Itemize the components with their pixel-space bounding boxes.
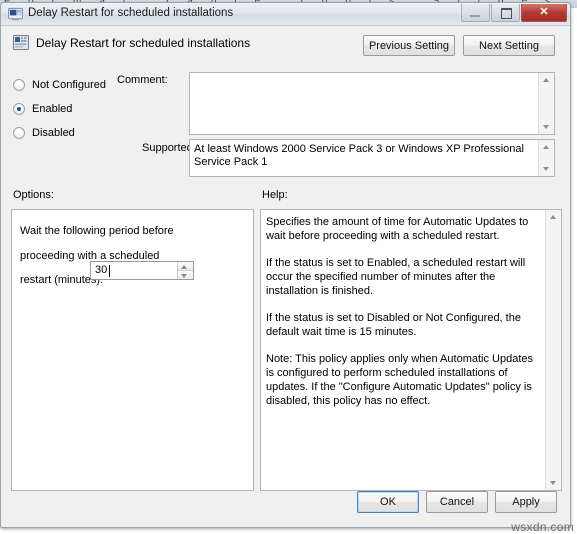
help-paragraph-2: If the status is set to Enabled, a sched… — [266, 257, 526, 297]
supported-scrollbar[interactable] — [538, 140, 554, 176]
dialog-footer: OK Cancel Apply — [357, 491, 557, 513]
help-scrollbar[interactable] — [545, 210, 561, 490]
help-paragraph-4: Note: This policy applies only when Auto… — [266, 353, 533, 407]
radio-enabled-label: Enabled — [32, 103, 73, 115]
radio-not-configured-label: Not Configured — [32, 79, 106, 91]
stepper-down-icon[interactable] — [178, 270, 193, 279]
close-button[interactable]: ✕ — [521, 4, 567, 22]
comment-scroll-up-icon[interactable] — [539, 73, 554, 87]
help-label: Help: — [262, 189, 288, 201]
delay-minutes-value: 30 — [95, 264, 108, 276]
radio-not-configured-icon — [13, 79, 25, 91]
supported-on-value: At least Windows 2000 Service Pack 3 or … — [194, 143, 524, 168]
window-controls: ✕ — [461, 4, 567, 22]
supported-scroll-up-icon[interactable] — [539, 140, 554, 154]
apply-button[interactable]: Apply — [495, 491, 557, 513]
radio-not-configured[interactable]: Not Configured — [13, 73, 118, 97]
policy-window-icon — [8, 7, 23, 21]
comment-scrollbar[interactable] — [538, 73, 554, 134]
setting-navigation: Previous Setting Next Setting — [363, 35, 555, 56]
help-paragraph-3: If the status is set to Disabled or Not … — [266, 312, 521, 338]
help-scroll-down-icon[interactable] — [546, 476, 561, 490]
maximize-icon — [501, 8, 512, 19]
radio-disabled-label: Disabled — [32, 127, 75, 139]
dialog-header: Delay Restart for scheduled installation… — [1, 26, 570, 72]
supported-on-field[interactable]: At least Windows 2000 Service Pack 3 or … — [189, 139, 555, 177]
help-panel: Specifies the amount of time for Automat… — [260, 209, 562, 491]
text-caret — [109, 265, 110, 277]
delay-minutes-stepper[interactable]: 30 — [90, 261, 194, 280]
radio-enabled[interactable]: Enabled — [13, 97, 118, 121]
radio-enabled-icon — [13, 103, 25, 115]
comment-textarea[interactable] — [189, 72, 555, 135]
help-paragraph-1: Specifies the amount of time for Automat… — [266, 216, 529, 242]
policy-state-group: Not Configured Enabled Disabled — [13, 73, 118, 145]
policy-setting-dialog: Delay Restart for scheduled installation… — [0, 2, 571, 528]
comment-scroll-down-icon[interactable] — [539, 120, 554, 134]
close-icon: ✕ — [539, 6, 549, 18]
title-bar[interactable]: Delay Restart for scheduled installation… — [1, 3, 570, 26]
help-scroll-up-icon[interactable] — [546, 210, 561, 224]
next-setting-button[interactable]: Next Setting — [463, 35, 555, 56]
options-text-line-1: Wait the following period before — [20, 225, 174, 237]
help-text: Specifies the amount of time for Automat… — [266, 215, 541, 421]
previous-setting-button[interactable]: Previous Setting — [363, 35, 455, 56]
radio-disabled-icon — [13, 127, 25, 139]
ok-button[interactable]: OK — [357, 491, 419, 513]
supported-scroll-down-icon[interactable] — [539, 162, 554, 176]
watermark: wsxdn.com — [511, 520, 574, 534]
maximize-button[interactable] — [491, 4, 520, 22]
window-title: Delay Restart for scheduled installation… — [28, 7, 234, 19]
minimize-icon — [470, 15, 480, 17]
policy-title: Delay Restart for scheduled installation… — [36, 36, 251, 50]
radio-disabled[interactable]: Disabled — [13, 121, 118, 145]
cancel-button[interactable]: Cancel — [426, 491, 488, 513]
comment-label: Comment: — [117, 74, 168, 86]
options-label: Options: — [13, 189, 54, 201]
options-panel: Wait the following period before proceed… — [11, 209, 254, 491]
minimize-button[interactable] — [461, 4, 490, 22]
stepper-buttons — [177, 262, 193, 279]
stepper-up-icon[interactable] — [178, 262, 193, 270]
group-policy-setting-icon — [13, 35, 29, 50]
